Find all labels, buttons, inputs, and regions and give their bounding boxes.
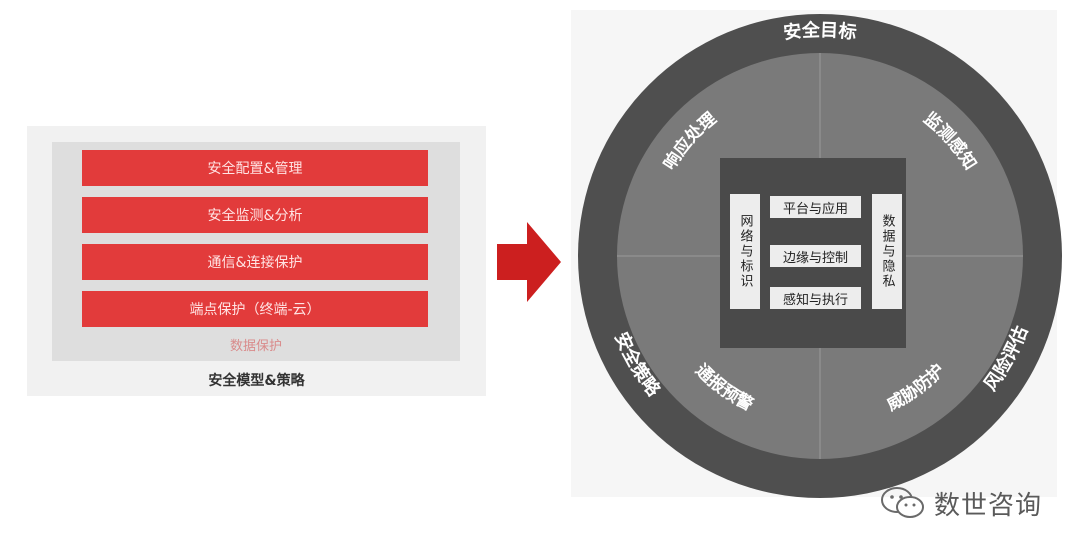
core-data-privacy-label: 数据与隐私 — [879, 214, 895, 289]
core-network-identity: 网络与标识 — [730, 194, 760, 309]
model-caption: 安全模型&策略 — [208, 373, 305, 389]
security-model-panel: 安全配置&管理 安全监测&分析 通信&连接保护 端点保护（终端-云） 数据保护 … — [27, 126, 486, 396]
core-sensing-execution: 感知与执行 — [770, 287, 861, 309]
core-network-identity-label: 网络与标识 — [737, 214, 753, 289]
layer-monitoring-analysis: 安全监测&分析 — [82, 197, 428, 233]
layer-config-management: 安全配置&管理 — [82, 150, 428, 186]
data-protection-label: 数据保护 — [229, 339, 282, 354]
core-edge-control: 边缘与控制 — [770, 245, 861, 267]
core-platform-application: 平台与应用 — [770, 196, 861, 218]
security-model-stack: 安全配置&管理 安全监测&分析 通信&连接保护 端点保护（终端-云） 数据保护 — [52, 142, 460, 361]
layer-endpoint-protection: 端点保护（终端-云） — [82, 291, 428, 327]
watermark-text: 数世咨询 — [934, 490, 1043, 521]
wechat-icon — [881, 487, 924, 518]
layer-communication-protection: 通信&连接保护 — [82, 244, 428, 280]
core-data-privacy: 数据与隐私 — [872, 194, 902, 309]
right-arrow-icon — [497, 222, 561, 302]
watermark: 数世咨询 — [880, 485, 1042, 521]
